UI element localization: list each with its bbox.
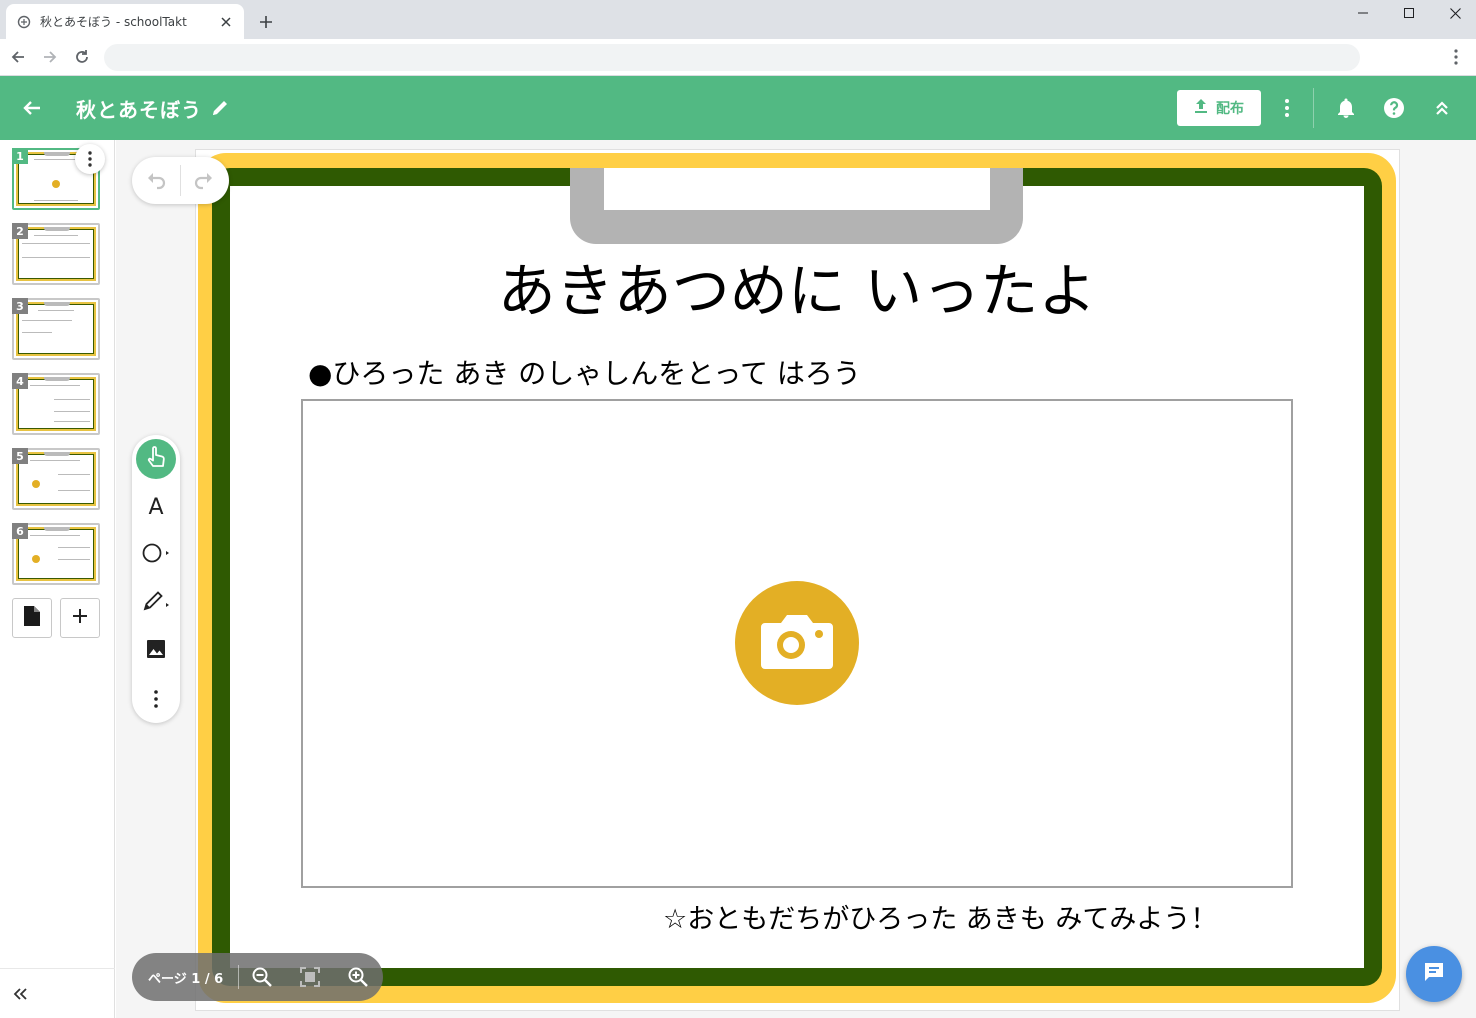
select-hand-tool[interactable] — [136, 439, 176, 479]
camera-button[interactable] — [735, 581, 859, 705]
document-icon — [24, 606, 40, 630]
thumbnail-line — [54, 399, 90, 400]
undo-redo-divider — [180, 165, 181, 196]
back-arrow-icon[interactable] — [20, 96, 44, 120]
browser-menu-icon[interactable] — [1444, 45, 1468, 69]
thumbnail-number: 5 — [12, 448, 28, 464]
clipboard-clip-hole — [604, 168, 990, 210]
zoom-divider — [238, 965, 239, 989]
thumbnail-clip — [44, 527, 70, 531]
add-document-button[interactable] — [12, 598, 52, 638]
thumbnail-camera-icon — [32, 555, 40, 563]
pointer-hand-icon — [145, 445, 167, 473]
fit-screen-icon[interactable] — [298, 965, 322, 989]
new-tab-icon[interactable] — [254, 10, 278, 34]
browser-tab-title: 秋とあそぼう - schoolTakt — [40, 15, 187, 29]
thumbnail-camera-icon — [52, 180, 60, 188]
browser-toolbar — [0, 39, 1476, 76]
camera-icon — [759, 611, 835, 675]
forward-arrow-icon[interactable] — [38, 45, 62, 69]
thumbnail-line — [30, 535, 80, 536]
thumbnail-number: 6 — [12, 523, 28, 539]
text-tool[interactable]: A — [136, 487, 176, 527]
slide-footer-note: ☆おともだちがひろった あきも みてみよう！ — [663, 904, 1218, 935]
help-icon[interactable] — [1382, 96, 1406, 120]
minimize-icon[interactable] — [1340, 0, 1386, 26]
chevron-double-left-icon[interactable] — [10, 984, 30, 1004]
page-thumbnail[interactable]: 4 — [12, 373, 100, 435]
window-close-icon[interactable] — [1432, 0, 1476, 26]
thumbnail-line — [30, 385, 80, 386]
browser-tab-bar: 秋とあそぼう - schoolTakt — [0, 0, 1476, 39]
thumbnail-line — [58, 547, 90, 548]
thumbnail-line — [22, 332, 52, 333]
circle-shape-icon — [142, 542, 170, 568]
edit-pencil-icon[interactable] — [210, 98, 230, 118]
plus-icon — [72, 608, 88, 628]
thumbnail-number: 1 — [12, 148, 28, 164]
distribute-label: 配布 — [1216, 101, 1244, 117]
thumbnail-line — [54, 411, 90, 412]
upload-icon — [1194, 98, 1208, 118]
more-tools-icon[interactable] — [136, 679, 176, 719]
text-tool-label: A — [148, 494, 164, 520]
image-tool[interactable] — [136, 631, 176, 671]
chat-icon — [1422, 960, 1446, 988]
thumbnail-line — [34, 200, 78, 201]
thumbnail-more-vert-icon[interactable] — [75, 144, 105, 174]
thumbnail-line — [34, 159, 78, 160]
image-icon — [146, 639, 166, 663]
distribute-button[interactable]: 配布 — [1177, 90, 1261, 126]
page-thumbnail[interactable]: 5 — [12, 448, 100, 510]
redo-icon[interactable] — [190, 167, 218, 195]
undo-redo-toolbar — [132, 157, 229, 204]
zoom-controls: ページ 1 / 6 — [132, 953, 383, 1001]
thumbnail-line — [34, 235, 78, 236]
browser-tab[interactable]: 秋とあそぼう - schoolTakt — [6, 4, 244, 39]
page-indicator: ページ 1 / 6 — [148, 972, 224, 987]
undo-icon[interactable] — [142, 167, 170, 195]
thumbnail-clip — [44, 227, 70, 231]
thumbnail-line — [30, 460, 80, 461]
pen-tool[interactable] — [136, 583, 176, 623]
schooltakt-favicon-icon — [16, 14, 32, 30]
app-header: 秋とあそぼう 配布 — [0, 76, 1476, 140]
thumbnail-clip — [44, 152, 70, 156]
thumbnail-line — [58, 559, 90, 560]
header-divider — [1313, 88, 1314, 128]
thumbnail-line — [58, 490, 90, 491]
zoom-out-icon[interactable] — [250, 965, 274, 989]
chevron-double-up-icon[interactable] — [1430, 96, 1454, 120]
shape-tool[interactable] — [136, 535, 176, 575]
more-vert-icon[interactable] — [1275, 96, 1299, 120]
bell-icon[interactable] — [1334, 96, 1358, 120]
thumbnail-line — [54, 421, 90, 422]
maximize-icon[interactable] — [1386, 0, 1432, 26]
drawing-toolbar: A — [132, 435, 180, 723]
thumbnail-camera-icon — [32, 480, 40, 488]
back-arrow-icon[interactable] — [6, 45, 30, 69]
thumbnail-clip — [44, 452, 70, 456]
thumbnail-number: 2 — [12, 223, 28, 239]
chat-button[interactable] — [1406, 946, 1462, 1002]
lesson-title: 秋とあそぼう — [76, 98, 202, 122]
address-input[interactable] — [104, 44, 1360, 71]
thumbnail-number: 3 — [12, 298, 28, 314]
add-page-button[interactable] — [60, 598, 100, 638]
zoom-in-icon[interactable] — [346, 965, 370, 989]
tab-close-icon[interactable] — [218, 14, 234, 30]
slide-instruction: ●ひろった あき のしゃしんをとって はろう — [308, 357, 861, 390]
pen-icon — [142, 590, 170, 616]
thumbnail-number: 4 — [12, 373, 28, 389]
slide-title: あきあつめに いったよ — [497, 257, 1097, 325]
page-thumbnail[interactable]: 6 — [12, 523, 100, 585]
thumbnail-line — [58, 474, 90, 475]
reload-icon[interactable] — [70, 45, 94, 69]
thumbnail-clip — [44, 377, 70, 381]
